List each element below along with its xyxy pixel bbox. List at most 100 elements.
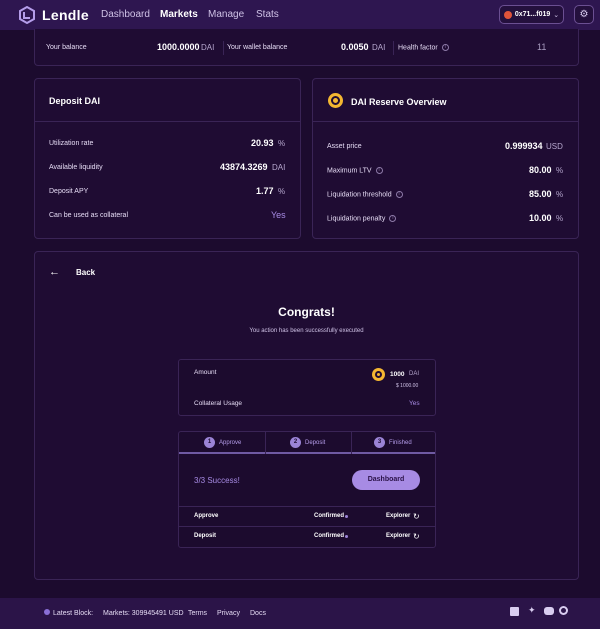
status-dot <box>345 515 348 518</box>
progress-box: 1 Approve 2 Deposit 3 Finished 3/3 Succe… <box>178 431 436 548</box>
price-unit: USD <box>546 142 563 151</box>
divider <box>351 432 352 454</box>
external-link-icon[interactable]: ↻ <box>413 532 420 541</box>
wallet-avatar-icon <box>503 10 512 19</box>
price-label: Asset price <box>327 143 362 150</box>
health-factor-text: Health factor <box>398 44 438 52</box>
deposit-panel: Deposit DAI Utilization rate 20.93 % Ava… <box>34 78 301 239</box>
latest-block: Latest Block: <box>53 610 94 617</box>
footer-terms-link[interactable]: Terms <box>188 610 207 617</box>
liquidity-label: Available liquidity <box>49 164 103 171</box>
markets-total: Markets: 309945491 USD <box>103 610 184 617</box>
app-logo[interactable]: Lendle <box>18 6 89 24</box>
steps-bar: 1 Approve 2 Deposit 3 Finished <box>179 432 435 454</box>
discord-icon[interactable] <box>544 607 554 615</box>
divider <box>265 432 266 454</box>
penalty-value: 10.00 <box>529 213 552 223</box>
your-balance-value: 1000.0000 <box>157 42 200 52</box>
your-balance-unit: DAI <box>201 43 215 52</box>
divider <box>313 121 578 122</box>
arrow-left-icon: ← <box>49 266 60 278</box>
ltv-label: Maximum LTV i <box>327 167 383 174</box>
health-factor-label: Health factor i <box>398 44 449 51</box>
step-1-number: 1 <box>204 437 215 448</box>
footer-docs-link[interactable]: Docs <box>250 610 266 617</box>
price-value: 0.999934 <box>505 141 543 151</box>
ltv-text: Maximum LTV <box>327 167 372 175</box>
apy-label: Deposit APY <box>49 188 89 195</box>
divider <box>393 41 394 55</box>
threshold-value: 85.00 <box>529 189 552 199</box>
apy-unit: % <box>278 187 286 196</box>
dashboard-button[interactable]: Dashboard <box>352 470 420 490</box>
result-panel: ← Back Congrats! You action has been suc… <box>34 251 579 580</box>
utilization-unit: % <box>278 139 286 148</box>
ltv-unit: % <box>556 166 564 175</box>
divider <box>223 41 224 55</box>
apy-value: 1.77 <box>256 186 274 196</box>
threshold-label: Liquidation threshold i <box>327 191 403 198</box>
reserve-overview-panel: DAI Reserve Overview Asset price 0.99993… <box>312 78 579 239</box>
congrats-heading: Congrats! <box>278 305 335 319</box>
chevron-down-icon: ⌄ <box>553 11 560 19</box>
nav-stats[interactable]: Stats <box>256 9 279 20</box>
liquidity-value: 43874.3269 <box>220 162 268 172</box>
divider <box>179 526 435 527</box>
medium-icon[interactable] <box>510 607 519 616</box>
wallet-button[interactable]: 0x71...f019 ⌄ <box>499 5 564 24</box>
collateral-usage-value: Yes <box>409 400 420 407</box>
github-icon[interactable] <box>559 606 568 615</box>
lendle-logo-icon <box>19 6 35 24</box>
info-icon[interactable]: i <box>441 44 449 51</box>
balance-strip: Your balance 1000.0000 DAI Your wallet b… <box>34 29 579 66</box>
app-name: Lendle <box>42 7 89 23</box>
step-2-number: 2 <box>290 437 301 448</box>
collateral-usage-label: Collateral Usage <box>194 400 243 407</box>
wallet-address: 0x71...f019 <box>514 11 551 18</box>
utilization-label: Utilization rate <box>49 140 94 147</box>
info-icon[interactable]: i <box>375 167 383 174</box>
tx-deposit-status: Confirmed <box>314 533 344 539</box>
tx-approve-explorer-link[interactable]: Explorer <box>386 513 410 519</box>
settings-button[interactable]: ⚙ <box>574 5 594 24</box>
divider <box>179 506 435 507</box>
twitter-icon[interactable]: ✦ <box>528 605 536 616</box>
nav-markets[interactable]: Markets <box>160 9 198 20</box>
divider <box>35 121 300 122</box>
step-3-number: 3 <box>374 437 385 448</box>
penalty-text: Liquidation penalty <box>327 215 386 223</box>
amount-unit: DAI <box>409 371 420 377</box>
info-icon[interactable]: i <box>395 191 403 198</box>
footer-privacy-link[interactable]: Privacy <box>217 610 240 617</box>
gear-icon: ⚙ <box>579 9 589 20</box>
external-link-icon[interactable]: ↻ <box>413 512 420 521</box>
step-3-label: Finished <box>389 440 412 446</box>
dai-coin-icon <box>328 93 343 108</box>
back-button[interactable]: ← Back <box>49 266 95 278</box>
tx-deposit-label: Deposit <box>194 533 217 539</box>
top-nav: Lendle Dashboard Markets Manage Stats 0x… <box>0 0 600 30</box>
step-2-label: Deposit <box>305 440 326 446</box>
nav-dashboard[interactable]: Dashboard <box>101 9 150 20</box>
summary-box: Amount 1000 DAI $ 1000.00 Collateral Usa… <box>178 359 436 416</box>
amount-value: 1000 <box>390 371 405 378</box>
success-message: You action has been successfully execute… <box>249 328 364 334</box>
threshold-unit: % <box>556 190 564 199</box>
threshold-text: Liquidation threshold <box>327 191 392 199</box>
success-text: 3/3 Success! <box>194 476 240 485</box>
ltv-value: 80.00 <box>529 165 552 175</box>
tx-approve-label: Approve <box>194 513 219 519</box>
utilization-value: 20.93 <box>251 138 274 148</box>
nav-manage[interactable]: Manage <box>208 9 244 20</box>
amount-label: Amount <box>194 369 217 376</box>
penalty-label: Liquidation penalty i <box>327 215 397 223</box>
tx-deposit-explorer-link[interactable]: Explorer <box>386 533 410 539</box>
health-factor-value: 11 <box>537 42 547 52</box>
dai-coin-icon <box>372 368 385 381</box>
liquidity-unit: DAI <box>272 163 286 172</box>
wallet-balance-label: Your wallet balance <box>227 44 288 51</box>
deposit-title: Deposit DAI <box>49 96 101 106</box>
wallet-balance-value: 0.0050 <box>341 42 369 52</box>
status-dot <box>345 535 348 538</box>
info-icon[interactable]: i <box>389 215 397 222</box>
